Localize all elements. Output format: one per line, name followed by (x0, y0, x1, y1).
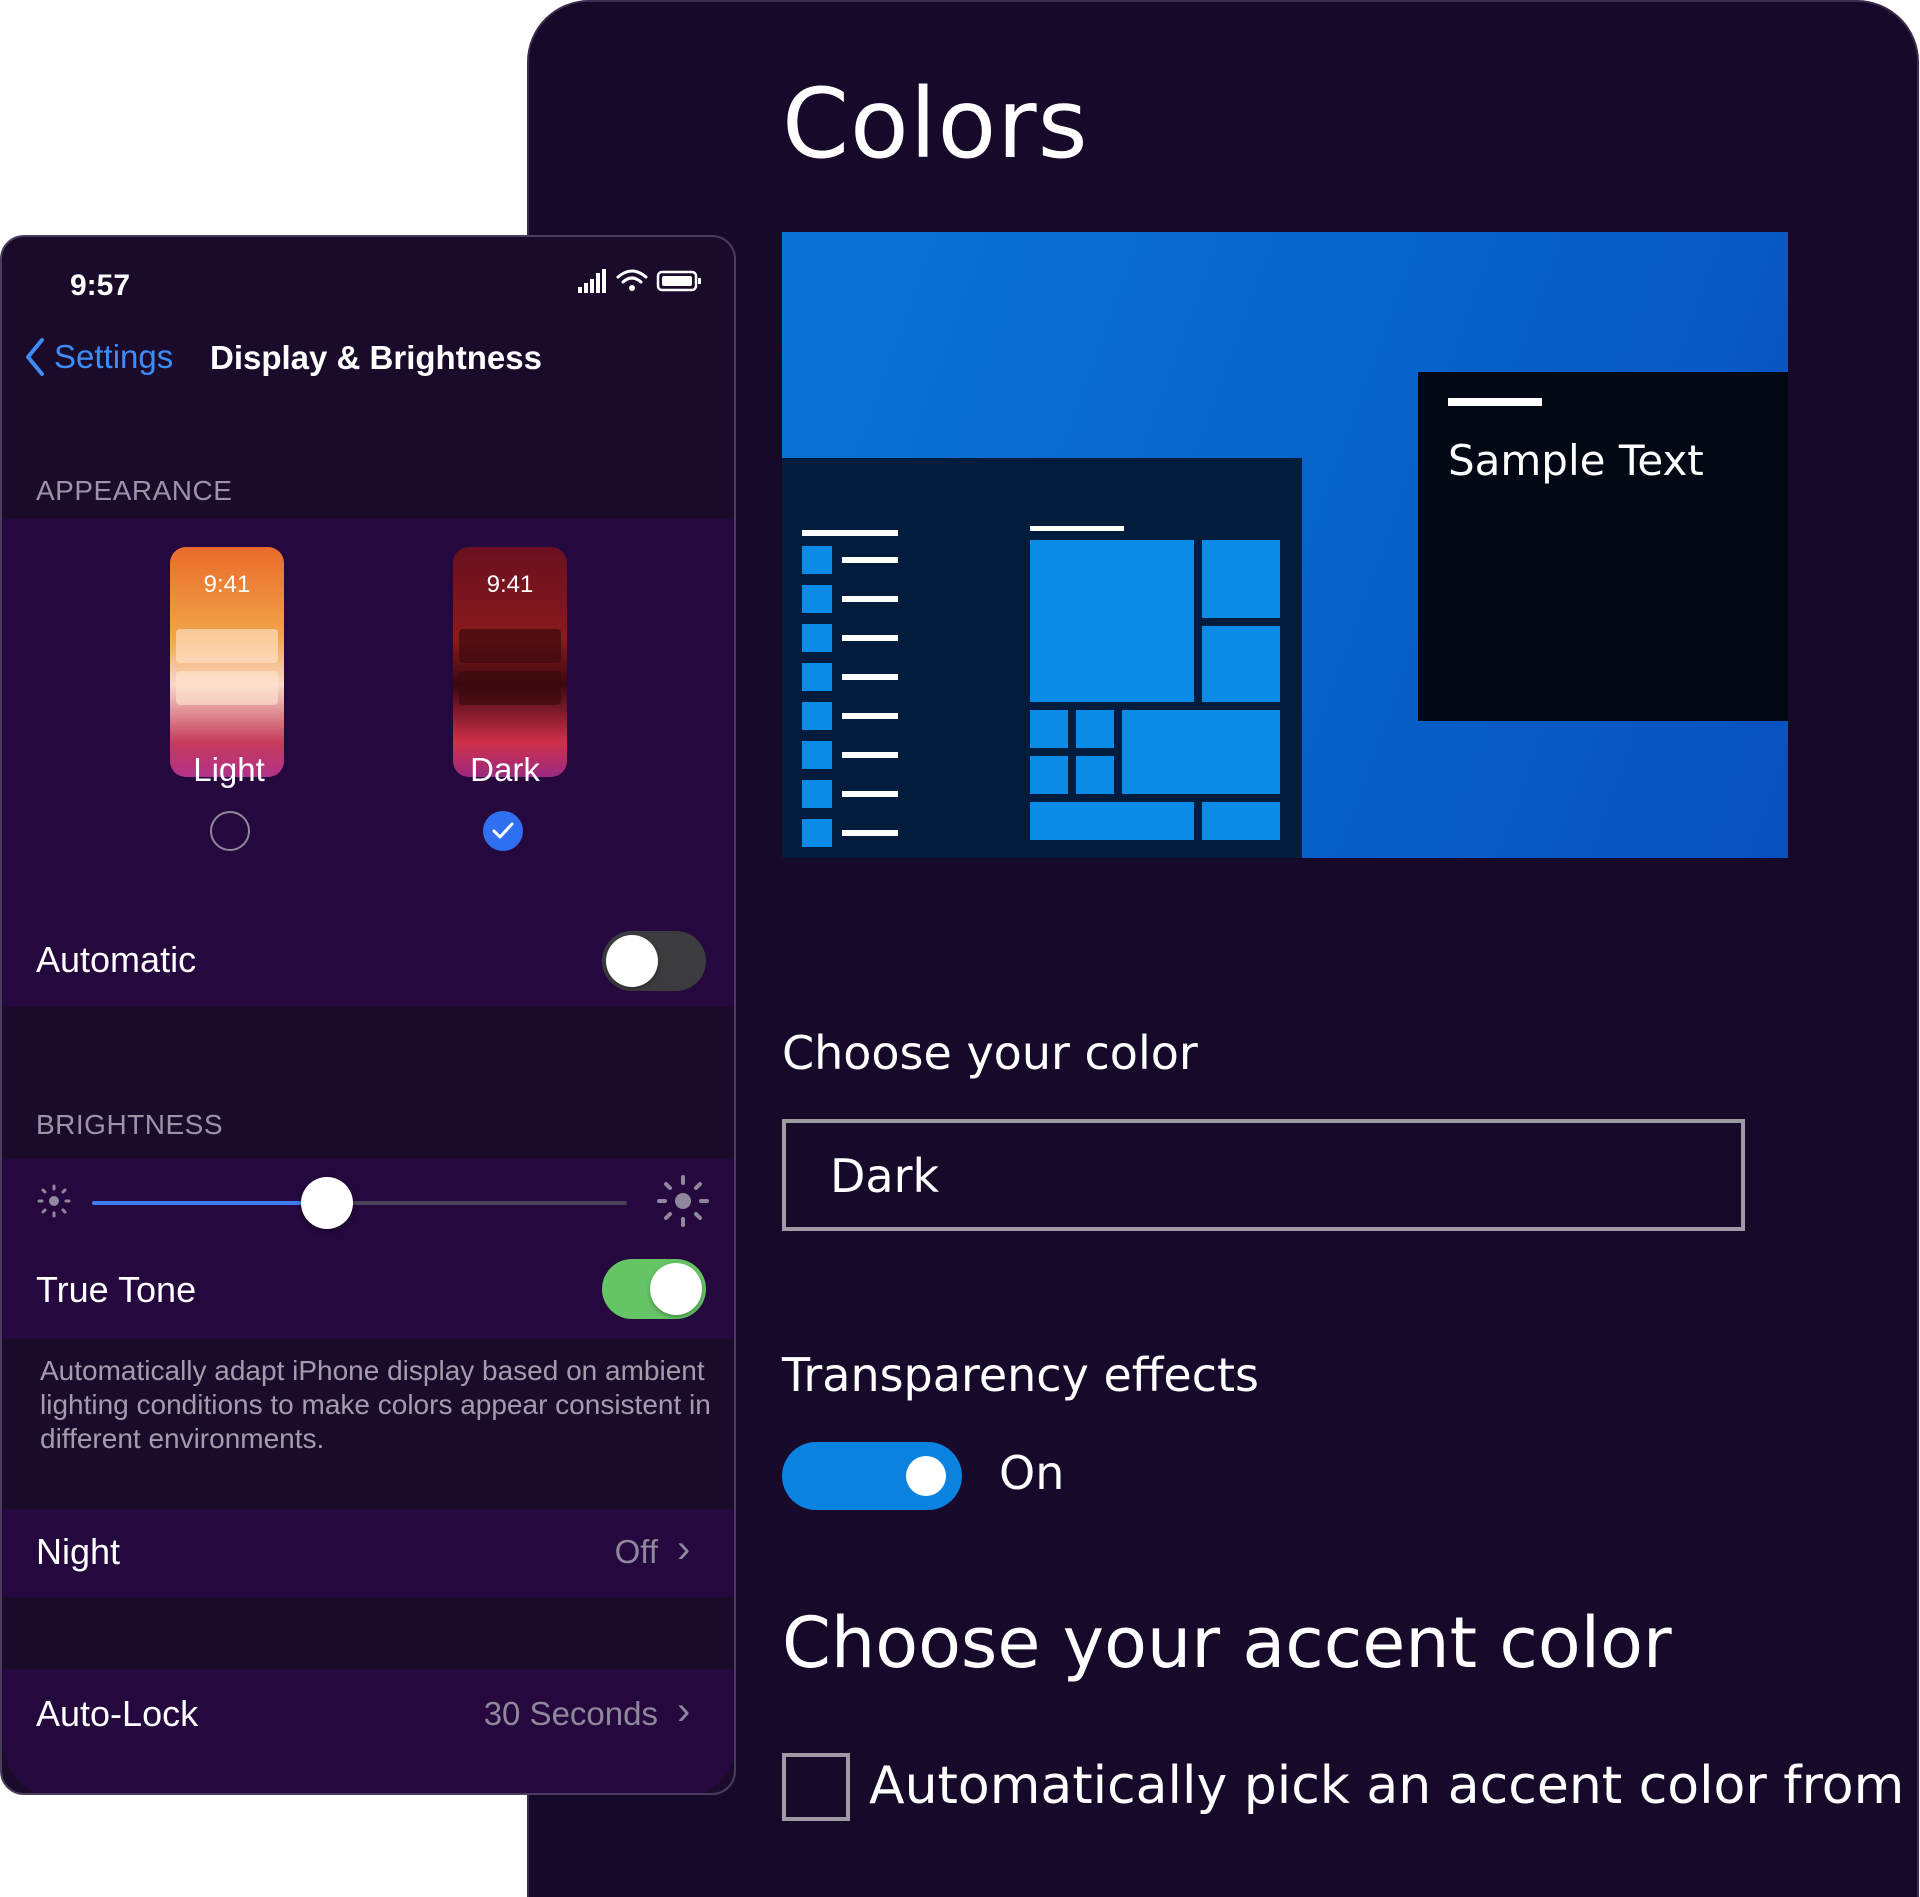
preview-list-item (802, 819, 922, 847)
preview-list-item (802, 702, 922, 730)
wifi-icon (616, 269, 648, 284)
brightness-header: BRIGHTNESS (36, 1109, 224, 1140)
brightness-low-icon (37, 1184, 71, 1218)
preview-list-item (802, 780, 922, 808)
true-tone-label: True Tone (36, 1269, 197, 1310)
chevron-left-icon (26, 338, 44, 376)
preview-tile (1030, 710, 1068, 748)
preview-tile (1076, 756, 1114, 794)
nav-title: Display & Brightness (210, 339, 542, 376)
iphone-settings-panel: 9:57 Settings Display & Brightness APPEA… (0, 235, 736, 1795)
preview-sample-text: Sample Text (1448, 436, 1704, 485)
brightness-slider-thumb[interactable] (301, 1177, 354, 1229)
battery-icon (656, 270, 701, 292)
brightness-slider-fill (92, 1201, 328, 1205)
preview-list-header (802, 530, 898, 536)
night-value: Off (614, 1533, 658, 1570)
light-radio[interactable] (210, 811, 250, 851)
auto-accent-label: Automatically pick an accent color from … (869, 1756, 1920, 1816)
preview-list-item (802, 741, 922, 769)
status-time: 9:57 (70, 269, 131, 302)
preview-tile (1202, 540, 1280, 618)
transparency-toggle[interactable] (782, 1442, 962, 1510)
cellular-signal-icon (578, 269, 606, 293)
transparency-label: Transparency effects (782, 1348, 1260, 1402)
auto-lock-label: Auto-Lock (36, 1693, 199, 1734)
preview-start-menu (782, 458, 1302, 858)
thumb-time: 9:41 (486, 571, 534, 598)
checkmark-icon (492, 822, 514, 839)
status-icons (578, 269, 701, 293)
preview-tile (1202, 802, 1280, 840)
preview-tile (1030, 756, 1068, 794)
preview-title-bar (1448, 398, 1542, 406)
light-label: Light (193, 751, 265, 788)
dark-mode-thumbnail[interactable]: 9:41 (453, 547, 567, 777)
light-mode-thumbnail[interactable]: 9:41 (170, 547, 284, 777)
true-tone-description: Automatically adapt iPhone display based… (40, 1355, 711, 1454)
toggle-knob (906, 1456, 946, 1496)
auto-accent-checkbox[interactable] (782, 1753, 850, 1821)
automatic-row: Automatic (2, 919, 734, 1007)
preview-tile (1202, 626, 1280, 702)
preview-list-item (802, 585, 922, 613)
preview-tile (1076, 710, 1114, 748)
page-title: Colors (782, 68, 1089, 180)
auto-lock-row[interactable]: Auto-Lock 30 Seconds › (2, 1669, 734, 1793)
appearance-header: APPEARANCE (36, 475, 233, 506)
preview-list-item (802, 624, 922, 652)
theme-preview: Sample Text (782, 232, 1788, 858)
automatic-label: Automatic (36, 939, 197, 980)
preview-tiles-header (1030, 526, 1124, 531)
preview-tile (1122, 710, 1280, 794)
preview-list-item (802, 663, 922, 691)
choose-color-dropdown[interactable]: Dark (782, 1119, 1745, 1231)
choose-color-value: Dark (830, 1149, 940, 1203)
night-row[interactable]: Night Off › (2, 1509, 734, 1597)
preview-list-item (802, 546, 922, 574)
back-label: Settings (54, 338, 174, 375)
automatic-toggle[interactable] (602, 931, 706, 991)
appearance-group: 9:41 9:41 Light Dark Automatic (2, 519, 734, 1007)
preview-sample-window: Sample Text (1418, 372, 1788, 721)
chevron-right-icon: › (677, 1689, 691, 1733)
transparency-state: On (999, 1446, 1065, 1500)
thumb-time: 9:41 (203, 571, 251, 598)
accent-color-heading: Choose your accent color (782, 1602, 1672, 1684)
preview-tile (1030, 802, 1194, 840)
brightness-slider-track[interactable] (92, 1177, 627, 1229)
wifi-dot (629, 285, 635, 291)
brightness-high-icon (657, 1175, 709, 1227)
choose-color-label: Choose your color (782, 1026, 1198, 1080)
dark-label: Dark (470, 751, 540, 788)
brightness-group: True Tone (2, 1159, 734, 1339)
preview-tile (1030, 540, 1194, 702)
auto-lock-value: 30 Seconds (483, 1695, 658, 1732)
back-button[interactable]: Settings (24, 337, 173, 377)
true-tone-toggle[interactable] (602, 1259, 706, 1319)
chevron-right-icon: › (677, 1527, 691, 1571)
night-label: Night (36, 1531, 121, 1572)
dark-radio[interactable] (483, 811, 523, 851)
